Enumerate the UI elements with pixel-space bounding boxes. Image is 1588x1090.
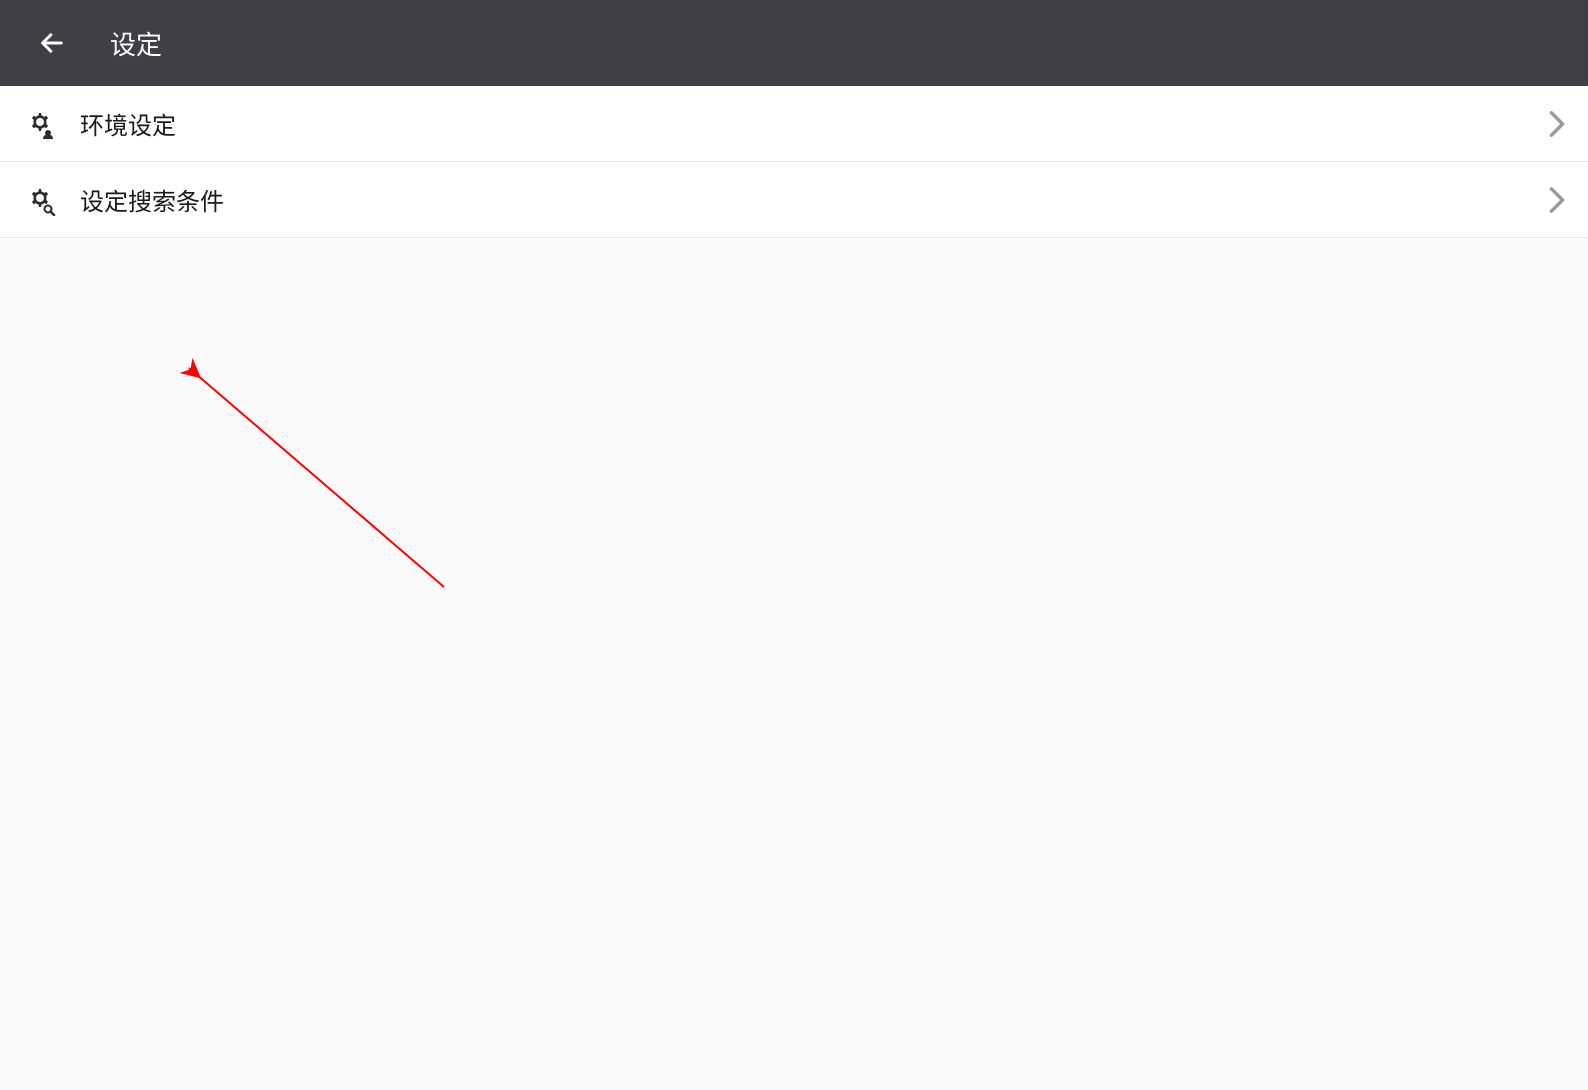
header-bar: 设定 (0, 0, 1588, 86)
list-item-label: 设定搜索条件 (80, 182, 1548, 217)
list-item-label: 环境设定 (80, 106, 1548, 141)
settings-list: 环境设定 设定搜索条件 (0, 86, 1588, 238)
back-arrow-icon (38, 29, 66, 57)
list-item-environment-settings[interactable]: 环境设定 (0, 86, 1588, 162)
back-button[interactable] (30, 21, 74, 65)
chevron-right-icon (1548, 186, 1566, 214)
page-title: 设定 (110, 25, 162, 62)
gear-person-icon (22, 106, 58, 142)
chevron-right-icon (1548, 110, 1566, 138)
list-item-search-conditions[interactable]: 设定搜索条件 (0, 162, 1588, 238)
gear-search-icon (22, 182, 58, 218)
